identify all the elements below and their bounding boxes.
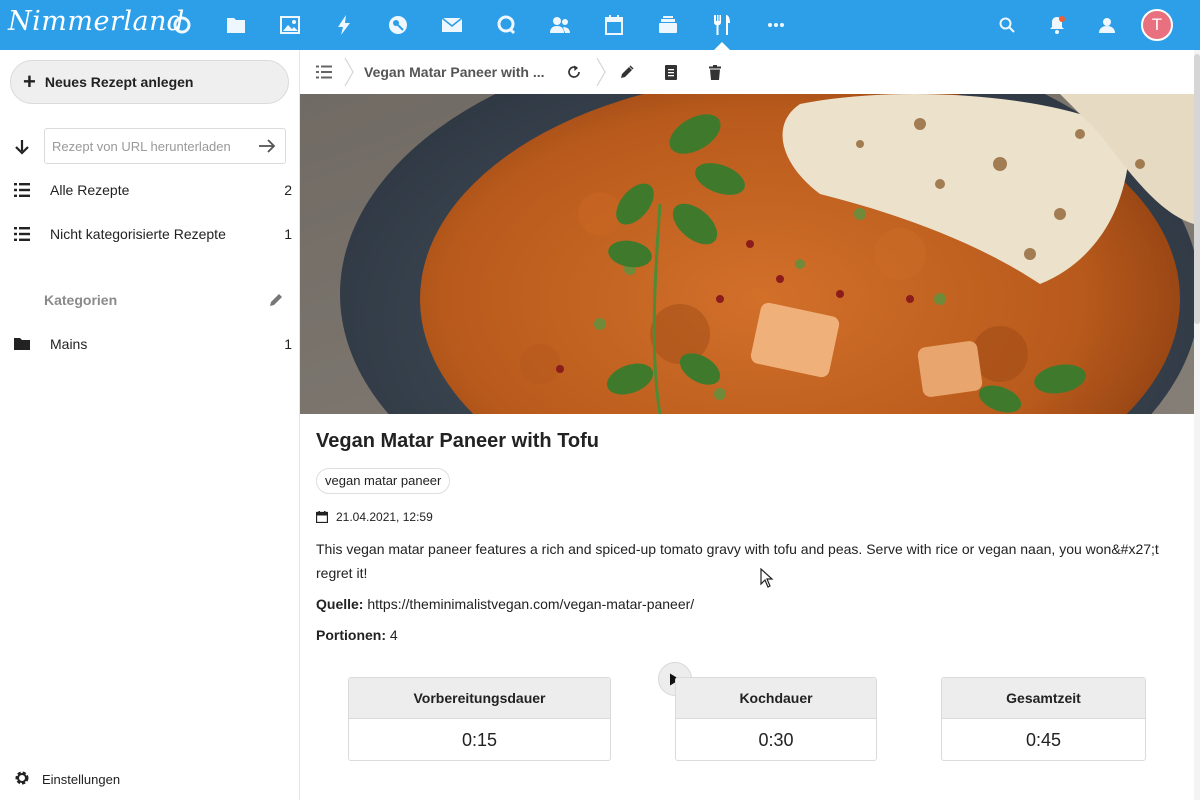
- lightning-icon[interactable]: [332, 13, 356, 37]
- breadcrumb-separator: [596, 57, 606, 87]
- content-scrollbar[interactable]: [1194, 50, 1200, 800]
- edit-pencil-icon[interactable]: [618, 63, 636, 81]
- cook-time-box: Kochdauer 0:30: [675, 677, 877, 761]
- plus-icon: +: [23, 69, 36, 94]
- recipe-hero-image: [300, 94, 1194, 414]
- recipe-source: Quelle: https://theminimalistvegan.com/v…: [316, 592, 1186, 616]
- settings-label: Einstellungen: [42, 772, 121, 787]
- categories-caption: Kategorien: [44, 292, 118, 308]
- app-content: Vegan Matar Paneer with ... Vegan Matar …: [300, 50, 1194, 800]
- chat-icon[interactable]: [494, 13, 518, 37]
- toggle-sidebar-icon[interactable]: [315, 63, 333, 81]
- cutlery-icon[interactable]: [710, 13, 734, 37]
- breadcrumb-separator: [344, 57, 354, 87]
- gear-icon: [15, 771, 29, 785]
- sidebar-item-label: Alle Rezepte: [50, 182, 130, 198]
- sidebar-item-category-mains[interactable]: Mains 1: [0, 324, 300, 364]
- user-avatar[interactable]: T: [1141, 9, 1173, 41]
- new-recipe-button[interactable]: + Neues Rezept anlegen: [10, 60, 289, 104]
- delete-trash-icon[interactable]: [706, 63, 724, 81]
- submit-arrow-icon[interactable]: [257, 137, 277, 155]
- app-navigation: + Neues Rezept anlegen Alle Rezepte 2 Ni…: [0, 50, 300, 800]
- recipe-description: This vegan matar paneer features a rich …: [316, 541, 1159, 581]
- dashboard-circle-icon[interactable]: [170, 13, 194, 37]
- sidebar-item-label: Nicht kategorisierte Rezepte: [50, 226, 226, 242]
- sidebar-item-count: 2: [284, 182, 292, 198]
- contacts-menu-icon[interactable]: [1095, 13, 1119, 37]
- edit-categories-pencil-icon[interactable]: [268, 292, 284, 308]
- download-arrow-icon: [15, 140, 29, 155]
- prep-time-label: Vorbereitungsdauer: [349, 678, 610, 719]
- top-header: Nimmerland T: [0, 0, 1200, 50]
- prep-time-box: Vorbereitungsdauer 0:15: [348, 677, 611, 761]
- calendar-icon[interactable]: [602, 13, 626, 37]
- image-icon[interactable]: [278, 13, 302, 37]
- recipe-servings: Portionen: 4: [316, 623, 1186, 647]
- search-icon[interactable]: [995, 13, 1019, 37]
- list-icon: [14, 183, 30, 197]
- mouse-cursor-icon: [760, 568, 774, 588]
- servings-value: 4: [389, 627, 398, 643]
- notification-dot: [1059, 16, 1065, 22]
- total-time-label: Gesamtzeit: [942, 678, 1145, 719]
- reload-icon[interactable]: [565, 63, 583, 81]
- active-app-indicator: [714, 42, 730, 50]
- recipe-details: Vegan Matar Paneer with Tofu vegan matar…: [316, 430, 1186, 647]
- recipe-toolbar: Vegan Matar Paneer with ...: [300, 50, 1194, 94]
- recipe-keyword-tag[interactable]: vegan matar paneer: [316, 468, 451, 494]
- category-count: 1: [284, 336, 292, 352]
- folder-icon: [14, 338, 30, 350]
- key-icon[interactable]: [386, 13, 410, 37]
- print-document-icon[interactable]: [662, 63, 680, 81]
- scrollbar-thumb[interactable]: [1194, 54, 1200, 324]
- cook-time-value: 0:30: [758, 729, 794, 750]
- brand-logo[interactable]: Nimmerland: [8, 6, 185, 37]
- cook-time-label: Kochdauer: [676, 678, 876, 719]
- notifications-bell-icon[interactable]: [1045, 13, 1069, 37]
- new-recipe-label: Neues Rezept anlegen: [44, 74, 194, 90]
- source-url-link[interactable]: https://theminimalistvegan.com/vegan-mat…: [367, 596, 694, 612]
- total-time-value: 0:45: [1025, 729, 1062, 750]
- sidebar-item-uncategorized[interactable]: Nicht kategorisierte Rezepte 1: [0, 214, 300, 254]
- sidebar-item-count: 1: [284, 226, 292, 242]
- recipe-date-text: 21.04.2021, 12:59: [336, 510, 433, 524]
- list-icon: [14, 227, 30, 241]
- recipe-url-input[interactable]: [44, 128, 286, 164]
- folder-icon[interactable]: [224, 13, 248, 37]
- breadcrumb-recipe-title[interactable]: Vegan Matar Paneer with ...: [364, 64, 545, 80]
- recipe-title: Vegan Matar Paneer with Tofu: [316, 430, 600, 452]
- settings-button[interactable]: Einstellungen: [0, 764, 300, 794]
- deck-icon[interactable]: [656, 13, 680, 37]
- more-dots-icon[interactable]: [764, 13, 788, 37]
- total-time-box: Gesamtzeit 0:45: [941, 677, 1146, 761]
- mail-icon[interactable]: [440, 13, 464, 37]
- contacts-icon[interactable]: [548, 13, 572, 37]
- sidebar-item-all-recipes[interactable]: Alle Rezepte 2: [0, 170, 300, 210]
- source-label: Quelle:: [316, 596, 364, 612]
- category-label: Mains: [50, 336, 88, 352]
- prep-time-value: 0:15: [461, 729, 498, 750]
- servings-label: Portionen:: [316, 627, 386, 643]
- calendar-icon: [316, 511, 328, 523]
- recipe-date: 21.04.2021, 12:59: [316, 510, 1186, 524]
